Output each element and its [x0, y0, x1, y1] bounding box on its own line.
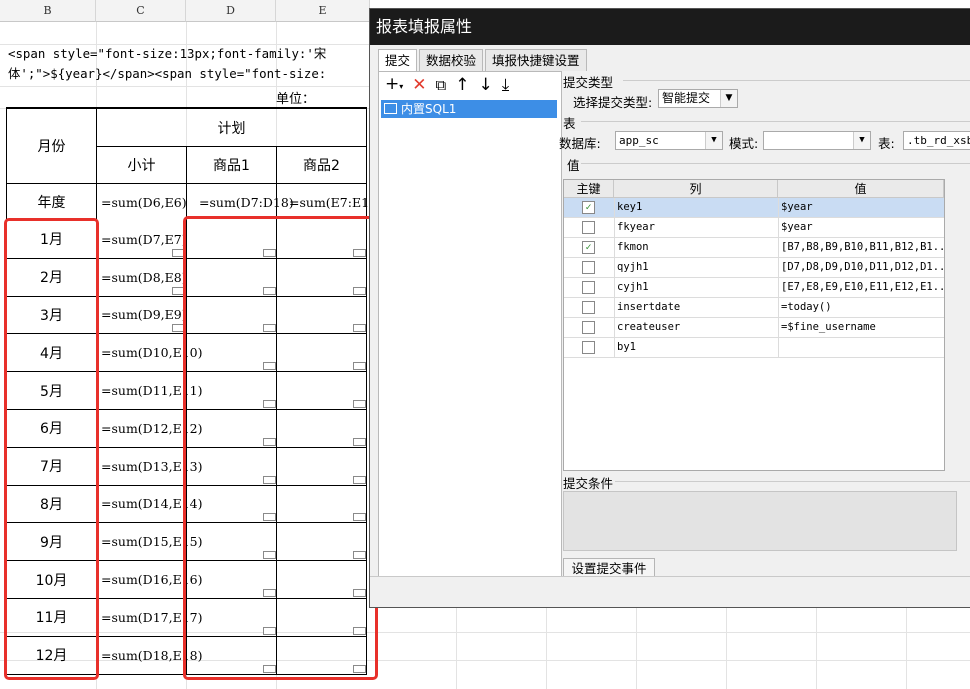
add-icon[interactable]: +▾ [385, 74, 403, 97]
database-value: app_sc [619, 134, 659, 147]
values-section: 值 [567, 158, 580, 173]
table-row[interactable]: by1 [564, 338, 944, 358]
unit-label: 单位： [276, 91, 316, 107]
primary-key-checkbox[interactable]: ✓ [582, 241, 595, 254]
move-up-icon[interactable]: ↑ [455, 75, 469, 95]
schema-label: 模式: [729, 136, 759, 151]
dialog-title[interactable]: 报表填报属性 [370, 9, 970, 45]
primary-key-checkbox[interactable] [582, 261, 595, 274]
chevron-down-icon[interactable]: ▼ [853, 132, 870, 149]
submit-type-select[interactable]: 智能提交 ▼ [658, 89, 738, 108]
input-area-highlight [183, 216, 378, 680]
database-label: 数据库: [559, 136, 601, 151]
subtotal-header: 小计 [127, 158, 156, 174]
value-cell[interactable]: [D7,D8,D9,D10,D11,D12,D1... [778, 258, 944, 278]
header-column: 列 [614, 180, 778, 198]
table-icon [384, 103, 397, 114]
header-value: 值 [778, 180, 944, 198]
primary-key-checkbox[interactable] [582, 341, 595, 354]
col-header-d[interactable]: D [186, 0, 276, 22]
month-subtotal-formula[interactable]: =sum(D10,E10) [97, 334, 202, 371]
value-cell[interactable]: $year [778, 198, 944, 218]
annual-label[interactable]: 年度 [7, 184, 96, 220]
plan-header: 计划 [217, 120, 246, 137]
move-bottom-icon[interactable]: ⤓ [502, 75, 510, 95]
table-row[interactable]: fkyear $year [564, 218, 944, 238]
month-subtotal-formula[interactable]: =sum(D16,E16) [97, 561, 202, 598]
column-name-cell[interactable]: createuser [614, 318, 780, 338]
table-row[interactable]: createuser =$fine_username [564, 318, 944, 338]
submit-type-section: 提交类型 [563, 75, 614, 90]
report-fill-properties-dialog: 报表填报属性 提交 数据校验 填报快捷键设置 +▾ ✕ ⧉ ↑ ↓ ⤓ 内置SQ… [369, 8, 970, 608]
table-label: 表: [878, 136, 895, 151]
column-name-cell[interactable]: fkyear [614, 218, 780, 238]
delete-icon[interactable]: ✕ [412, 75, 426, 95]
month-subtotal-formula[interactable]: =sum(D17,E17) [97, 599, 202, 636]
schema-select[interactable]: ▼ [763, 131, 871, 150]
header-primary-key: 主键 [564, 180, 614, 198]
primary-key-checkbox[interactable] [582, 221, 595, 234]
product2-header: 商品2 [303, 158, 340, 174]
primary-key-checkbox[interactable] [582, 281, 595, 294]
copy-icon[interactable]: ⧉ [436, 75, 447, 95]
annual-product1-formula[interactable]: =sum(D7:D18) [187, 184, 294, 220]
html-code-cell[interactable]: <span style="font-size:13px;font-family:… [8, 44, 360, 84]
annual-subtotal-formula[interactable]: =sum(D6,E6) [97, 184, 187, 220]
column-name-cell[interactable]: qyjh1 [614, 258, 780, 278]
product1-header: 商品1 [213, 158, 250, 174]
condition-section: 提交条件 [563, 476, 614, 491]
col-header-c[interactable]: C [96, 0, 186, 22]
month-header: 月份 [37, 139, 66, 155]
chevron-down-icon[interactable]: ▼ [705, 132, 722, 149]
month-subtotal-formula[interactable]: =sum(D11,E11) [97, 372, 202, 409]
primary-key-checkbox[interactable] [582, 301, 595, 314]
table-name-field[interactable]: .tb_rd_xsb [903, 131, 970, 150]
table-section: 表 [563, 116, 576, 131]
month-subtotal-formula[interactable]: =sum(D18,E18) [97, 637, 202, 674]
tab-data-validation[interactable]: 数据校验 [419, 49, 484, 71]
value-cell[interactable]: =today() [778, 298, 944, 318]
dialog-footer [370, 576, 970, 607]
sql-toolbar: +▾ ✕ ⧉ ↑ ↓ ⤓ [379, 72, 561, 98]
column-name-cell[interactable]: cyjh1 [614, 278, 780, 298]
condition-area[interactable] [563, 491, 957, 551]
table-row[interactable]: ✓ fkmon [B7,B8,B9,B10,B11,B12,B1... [564, 238, 944, 258]
table-row[interactable]: qyjh1 [D7,D8,D9,D10,D11,D12,D1... [564, 258, 944, 278]
table-row[interactable]: ✓ key1 $year [564, 198, 944, 218]
value-cell[interactable]: [B7,B8,B9,B10,B11,B12,B1... [778, 238, 944, 258]
table-row[interactable]: cyjh1 [E7,E8,E9,E10,E11,E12,E1... [564, 278, 944, 298]
col-header-e[interactable]: E [276, 0, 370, 22]
column-name-cell[interactable]: key1 [614, 198, 780, 218]
dialog-tabs: 提交 数据校验 填报快捷键设置 [378, 49, 589, 72]
col-header-b[interactable]: B [0, 0, 96, 22]
column-name-cell[interactable]: by1 [614, 338, 780, 358]
month-column-highlight [4, 218, 99, 680]
table-row[interactable]: insertdate =today() [564, 298, 944, 318]
value-cell[interactable]: =$fine_username [778, 318, 944, 338]
value-cell[interactable]: [E7,E8,E9,E10,E11,E12,E1... [778, 278, 944, 298]
submit-type-value: 智能提交 [662, 91, 711, 105]
submit-type-label: 选择提交类型: [573, 95, 653, 110]
submit-settings-pane: 提交类型 选择提交类型: 智能提交 ▼ 表 数据库: app_sc ▼ 模式: ▼ … [559, 71, 970, 580]
month-subtotal-formula[interactable]: =sum(D12,E12) [97, 410, 202, 447]
value-cell[interactable] [778, 338, 944, 358]
tab-shortcut-settings[interactable]: 填报快捷键设置 [485, 49, 587, 71]
sql-list-item[interactable]: 内置SQL1 [381, 100, 557, 118]
column-mapping-table: 主键 列 值 ✓ key1 $year fkyear $year ✓ fkmon [B7,B8… [563, 179, 945, 471]
month-subtotal-formula[interactable]: =sum(D14,E14) [97, 486, 202, 523]
month-subtotal-formula[interactable]: =sum(D15,E15) [97, 523, 202, 560]
primary-key-checkbox[interactable]: ✓ [582, 201, 595, 214]
primary-key-checkbox[interactable] [582, 321, 595, 334]
sql-item-label: 内置SQL1 [401, 102, 457, 116]
month-subtotal-formula[interactable]: =sum(D13,E13) [97, 448, 202, 485]
annual-product2-formula[interactable]: =sum(E7:E18) [277, 184, 382, 220]
move-down-icon[interactable]: ↓ [478, 75, 492, 95]
database-select[interactable]: app_sc ▼ [615, 131, 723, 150]
column-name-cell[interactable]: fkmon [614, 238, 780, 258]
tab-submit[interactable]: 提交 [378, 49, 418, 72]
sql-list-pane: +▾ ✕ ⧉ ↑ ↓ ⤓ 内置SQL1 [378, 71, 562, 578]
chevron-down-icon[interactable]: ▼ [720, 90, 737, 107]
column-name-cell[interactable]: insertdate [614, 298, 780, 318]
value-cell[interactable]: $year [778, 218, 944, 238]
